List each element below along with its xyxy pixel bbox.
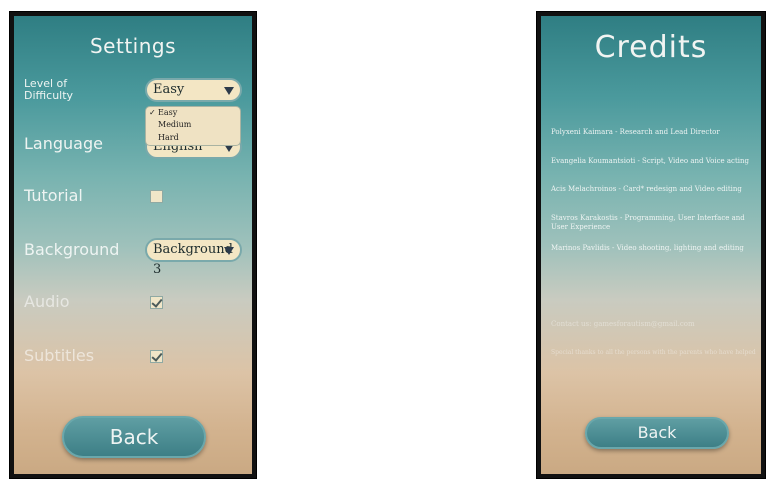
- credit-contact-line: Contact us: gamesforautism@gmail.com: [551, 320, 695, 328]
- credit-thanks-line: Special thanks to all the persons with t…: [551, 349, 756, 356]
- tutorial-label: Tutorial: [24, 186, 83, 205]
- tutorial-checkbox[interactable]: [150, 190, 163, 203]
- subtitles-checkbox[interactable]: [150, 350, 163, 363]
- difficulty-select[interactable]: Easy: [145, 78, 242, 102]
- credit-line: Acis Melachroinos - Card* redesign and V…: [551, 185, 742, 193]
- credits-title: Credits: [594, 30, 708, 65]
- audio-label: Audio: [24, 292, 70, 311]
- credit-line: Evangelia Koumantsioti - Script, Video a…: [551, 157, 750, 165]
- back-button[interactable]: Back: [62, 416, 206, 458]
- check-icon: ✓: [149, 108, 156, 117]
- audio-checkbox[interactable]: [150, 296, 163, 309]
- credits-screen: Credits Polyxeni Kaimara - Research and …: [541, 16, 761, 474]
- language-label: Language: [24, 134, 103, 153]
- credit-line: Stavros Karakostis - Programming, User I…: [551, 214, 745, 231]
- difficulty-option-medium[interactable]: Medium: [158, 120, 191, 129]
- difficulty-option-hard[interactable]: Hard: [158, 133, 179, 142]
- difficulty-option-easy[interactable]: Easy: [158, 108, 177, 117]
- difficulty-selected-value: Easy: [153, 82, 185, 97]
- subtitles-label: Subtitles: [24, 346, 95, 365]
- difficulty-label: Level of Difficulty: [24, 77, 74, 102]
- background-select[interactable]: Background 3: [145, 238, 242, 277]
- settings-screen: Settings Level of Difficulty Easy Langua…: [14, 16, 252, 474]
- settings-phone-frame: Settings Level of Difficulty Easy Langua…: [10, 12, 256, 478]
- settings-title: Settings: [89, 34, 177, 58]
- background-selected-value: Background 3: [153, 242, 233, 277]
- credits-phone-frame: Credits Polyxeni Kaimara - Research and …: [537, 12, 765, 478]
- difficulty-dropdown-menu: ✓ Easy Medium Hard: [145, 106, 241, 146]
- credit-line: Marinos Pavlidis - Video shooting, light…: [551, 244, 744, 252]
- chevron-down-icon: [224, 87, 234, 95]
- credit-line: Polyxeni Kaimara - Research and Lead Dir…: [551, 128, 720, 136]
- chevron-down-icon: [224, 247, 234, 255]
- background-label: Background: [24, 240, 120, 259]
- back-button[interactable]: Back: [585, 417, 729, 449]
